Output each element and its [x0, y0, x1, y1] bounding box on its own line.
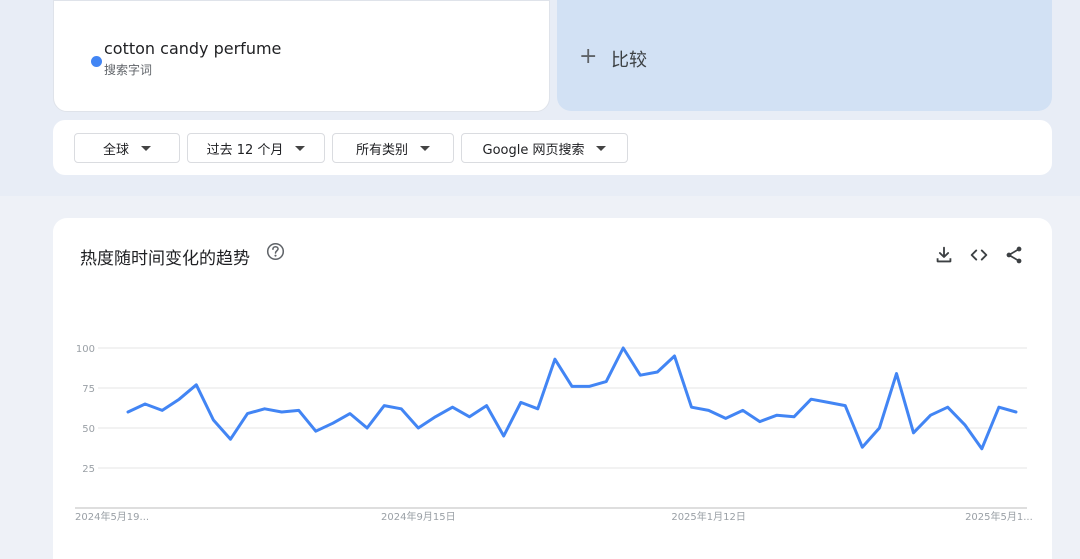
- data-point[interactable]: [226, 435, 234, 443]
- data-point[interactable]: [517, 398, 525, 406]
- data-point[interactable]: [688, 403, 696, 411]
- series-line[interactable]: [126, 346, 1018, 451]
- data-point[interactable]: [910, 429, 918, 437]
- search-term-name[interactable]: cotton candy perfume: [104, 39, 281, 58]
- data-point[interactable]: [1012, 408, 1020, 416]
- plus-icon: +: [579, 44, 598, 69]
- region-filter[interactable]: 全球: [74, 133, 180, 163]
- data-point[interactable]: [773, 411, 781, 419]
- y-tick-label: 25: [82, 464, 95, 475]
- data-point[interactable]: [534, 405, 542, 413]
- data-point[interactable]: [312, 427, 320, 435]
- y-tick-label: 50: [82, 424, 95, 435]
- data-point[interactable]: [346, 410, 354, 418]
- data-point[interactable]: [585, 382, 593, 390]
- data-point[interactable]: [636, 371, 644, 379]
- trend-chart: 25 50 75 100 2024年5月19... 2024年9月15日 2025年1月12…: [75, 344, 1033, 523]
- data-point[interactable]: [295, 406, 303, 414]
- interest-over-time-card: 热度随时间变化的趋势 25 50 75 100 2024年5月19... 2024年9月1…: [53, 218, 1052, 559]
- search-term-card[interactable]: cotton candy perfume 搜索字词: [53, 0, 550, 112]
- data-point[interactable]: [995, 403, 1003, 411]
- data-point[interactable]: [466, 413, 474, 421]
- chevron-down-icon: [596, 145, 607, 151]
- data-point[interactable]: [209, 416, 217, 424]
- data-point[interactable]: [568, 382, 576, 390]
- data-point[interactable]: [261, 405, 269, 413]
- data-point[interactable]: [944, 403, 952, 411]
- term-color-dot: [91, 56, 102, 67]
- compare-button[interactable]: + 比较: [557, 0, 1052, 111]
- data-point[interactable]: [807, 395, 815, 403]
- data-point[interactable]: [841, 402, 849, 410]
- y-tick-label: 75: [82, 384, 95, 395]
- x-tick-label: 2025年1月12日: [671, 510, 746, 523]
- data-point[interactable]: [278, 408, 286, 416]
- data-point[interactable]: [124, 408, 132, 416]
- data-point[interactable]: [329, 419, 337, 427]
- region-filter-label: 全球: [102, 142, 129, 158]
- data-point[interactable]: [397, 405, 405, 413]
- compare-label: 比较: [611, 50, 647, 71]
- data-point[interactable]: [756, 418, 764, 426]
- data-point[interactable]: [653, 368, 661, 376]
- data-point[interactable]: [875, 424, 883, 432]
- time-range-filter-label: 过去 12 个月: [206, 142, 284, 158]
- data-point[interactable]: [927, 411, 935, 419]
- y-tick-label: 100: [76, 344, 95, 355]
- data-point[interactable]: [141, 400, 149, 408]
- data-point[interactable]: [824, 398, 832, 406]
- data-point[interactable]: [363, 424, 371, 432]
- data-point[interactable]: [380, 402, 388, 410]
- search-type-filter[interactable]: Google 网页搜索: [461, 133, 628, 163]
- data-point[interactable]: [602, 378, 610, 386]
- filter-bar: 全球 过去 12 个月 所有类别 Google 网页搜索: [53, 120, 1052, 175]
- data-point[interactable]: [858, 443, 866, 451]
- data-point[interactable]: [961, 421, 969, 429]
- data-point[interactable]: [192, 381, 200, 389]
- data-point[interactable]: [619, 344, 627, 352]
- category-filter[interactable]: 所有类别: [332, 133, 454, 163]
- time-range-filter[interactable]: 过去 12 个月: [187, 133, 325, 163]
- data-point[interactable]: [414, 424, 422, 432]
- x-tick-label: 2024年9月15日: [381, 510, 456, 523]
- search-term-type: 搜索字词: [104, 63, 153, 77]
- x-tick-label: 2025年5月1...: [965, 510, 1033, 523]
- data-point[interactable]: [158, 406, 166, 414]
- chevron-down-icon: [141, 145, 151, 151]
- search-type-filter-label: Google 网页搜索: [482, 142, 585, 158]
- data-point[interactable]: [500, 432, 508, 440]
- data-point[interactable]: [739, 406, 747, 414]
- data-point[interactable]: [483, 402, 491, 410]
- data-point[interactable]: [978, 445, 986, 453]
- data-point[interactable]: [551, 355, 559, 363]
- data-point[interactable]: [670, 352, 678, 360]
- chevron-down-icon: [295, 145, 306, 151]
- data-point[interactable]: [448, 403, 456, 411]
- chevron-down-icon: [420, 145, 430, 151]
- data-point[interactable]: [892, 370, 900, 378]
- category-filter-label: 所有类别: [355, 142, 408, 158]
- x-tick-label: 2024年5月19...: [75, 510, 149, 523]
- data-point[interactable]: [705, 406, 713, 414]
- data-point[interactable]: [431, 413, 439, 421]
- data-point[interactable]: [722, 414, 730, 422]
- data-point[interactable]: [175, 395, 183, 403]
- data-point[interactable]: [790, 413, 798, 421]
- data-point[interactable]: [244, 410, 252, 418]
